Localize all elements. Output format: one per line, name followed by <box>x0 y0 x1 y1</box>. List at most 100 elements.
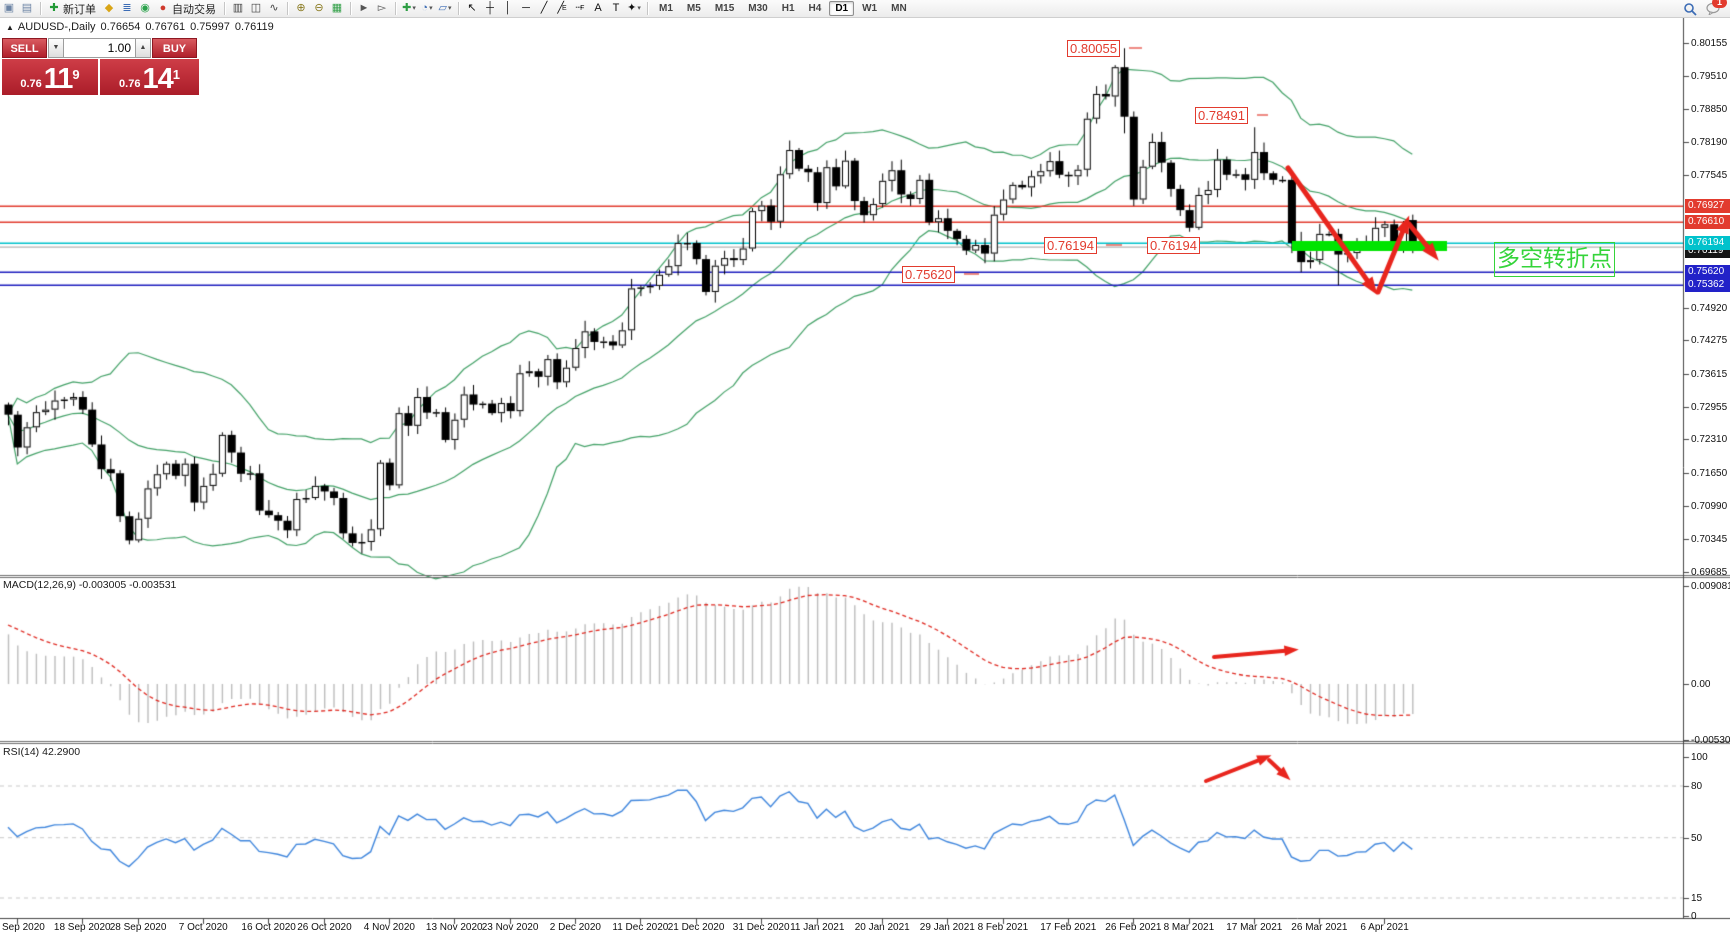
notifications-icon[interactable]: 1 <box>1705 1 1721 16</box>
toolbar-separator <box>647 2 648 15</box>
timeframe-m15[interactable]: M15 <box>709 1 740 16</box>
price-tick-label: 0.78850 <box>1691 104 1727 115</box>
macd-label: MACD(12,26,9) -0.003005 -0.003531 <box>3 579 176 591</box>
line-chart-icon[interactable]: ∿ <box>266 1 282 16</box>
buy-button[interactable]: BUY <box>152 38 197 58</box>
ohlc-high: 0.76761 <box>145 21 185 33</box>
time-axis-label: 31 Dec 2020 <box>733 922 790 933</box>
rsi-label: RSI(14) 42.2900 <box>3 746 80 758</box>
text-icon[interactable]: A <box>590 1 606 16</box>
notification-count-badge: 1 <box>1712 0 1727 8</box>
price-tick-label: 0.74275 <box>1691 335 1727 346</box>
candlestick-chart-icon[interactable]: ◫ <box>248 1 264 16</box>
price-axis-badge: 0.75362 <box>1685 278 1730 292</box>
time-axis-label: 18 Sep 2020 <box>54 922 111 933</box>
volume-decrease-button[interactable]: ▼ <box>48 38 64 58</box>
rsi-tick-label: 50 <box>1691 833 1702 844</box>
toolbar-separator <box>458 2 459 15</box>
turning-point-annotation: 多空转折点 <box>1494 242 1615 277</box>
time-axis-label: 26 Oct 2020 <box>297 922 351 933</box>
zoom-in-icon[interactable]: ⊕ <box>293 1 309 16</box>
search-icon[interactable] <box>1682 1 1698 16</box>
chart-window-icon[interactable]: ▣ <box>1 1 17 16</box>
collapse-triangle-icon[interactable]: ▲ <box>6 23 14 32</box>
signals-icon[interactable]: ◉ <box>137 1 153 16</box>
horizontal-line-icon[interactable]: ─ <box>518 1 534 16</box>
new-order-icon[interactable]: ✚ <box>46 1 62 16</box>
autotrading-icon[interactable]: ● <box>155 1 171 16</box>
price-tick-label: 0.72310 <box>1691 434 1727 445</box>
price-axis-badge: 0.76194 <box>1685 236 1730 250</box>
chart-canvas[interactable] <box>0 0 1730 939</box>
ohlc-close: 0.76119 <box>235 21 274 33</box>
timeframe-toolbar: M1M5M15M30H1H4D1W1MN <box>643 1 914 16</box>
timeframe-d1[interactable]: D1 <box>829 1 854 16</box>
profiles-icon[interactable]: ▱▾ <box>437 1 453 16</box>
periods-icon[interactable]: ◔▾ <box>419 1 435 16</box>
autotrading-icon-label[interactable]: 自动交易 <box>172 1 216 17</box>
styler-icon[interactable]: ◆ <box>101 1 117 16</box>
sell-price-sup: 9 <box>72 70 79 80</box>
tile-windows-icon[interactable]: ▦ <box>329 1 345 16</box>
timeframe-m5[interactable]: M5 <box>681 1 707 16</box>
zoom-out-icon[interactable]: ⊖ <box>311 1 327 16</box>
fibonacci-icon[interactable]: ┄F <box>572 1 588 16</box>
arrows-icon[interactable]: ✦▾ <box>626 1 642 16</box>
sell-price-big: 11 <box>44 66 73 92</box>
toolbar-separator <box>40 2 41 15</box>
price-tick-label: 0.70345 <box>1691 534 1727 545</box>
crosshair-icon[interactable]: ┼ <box>482 1 498 16</box>
cursor-icon[interactable]: ↖ <box>464 1 480 16</box>
price-tick-label: 0.74920 <box>1691 303 1727 314</box>
bar-chart-icon[interactable]: ▥ <box>230 1 246 16</box>
time-axis-label: 26 Feb 2021 <box>1105 922 1161 933</box>
toolbar-groups: ▣▤ ✚新订单 ◆≣◉●自动交易 ▥◫∿ ⊕⊖▦ ►▻ ✚▾◔▾▱▾ ↖┼│─╱╱E┄FAT✦… <box>0 1 643 17</box>
time-axis-label: 29 Jan 2021 <box>920 922 975 933</box>
buy-price-sup: 1 <box>173 70 180 80</box>
time-axis-label: 2 Dec 2020 <box>550 922 601 933</box>
price-annotation-label: 0.76194 <box>1147 237 1200 254</box>
auto-scroll-icon[interactable]: ► <box>356 1 372 16</box>
toolbar-separator <box>224 2 225 15</box>
chart-shift-icon[interactable]: ▻ <box>374 1 390 16</box>
time-axis-label: 16 Oct 2020 <box>241 922 295 933</box>
timeframe-h4[interactable]: H4 <box>803 1 828 16</box>
volume-input[interactable] <box>64 38 135 58</box>
timeframe-mn[interactable]: MN <box>885 1 913 16</box>
chart-header: ▲AUDUSD-,Daily0.766540.767610.759970.761… <box>6 21 279 33</box>
text-label-icon[interactable]: T <box>608 1 624 16</box>
equidistant-channel-icon[interactable]: ╱E <box>554 1 570 16</box>
volume-increase-button[interactable]: ▲ <box>135 38 151 58</box>
price-axis-badge: 0.76927 <box>1685 199 1730 213</box>
price-tick-label: 0.73615 <box>1691 369 1727 380</box>
time-axis-label: 8 Mar 2021 <box>1164 922 1215 933</box>
price-tick-label: 0.79510 <box>1691 71 1727 82</box>
macd-tick-label: 0.009081 <box>1691 581 1730 592</box>
time-axis-label: 4 Nov 2020 <box>364 922 415 933</box>
ohlc-open: 0.76654 <box>101 21 141 33</box>
time-axis-label: 23 Nov 2020 <box>482 922 539 933</box>
buy-price-box[interactable]: 0.76 14 1 <box>100 59 199 95</box>
time-axis-label: 17 Feb 2021 <box>1040 922 1096 933</box>
rsi-tick-label: 15 <box>1691 893 1702 904</box>
indicators-icon[interactable]: ✚▾ <box>401 1 417 16</box>
price-axis-badge: 0.75620 <box>1685 265 1730 279</box>
timeframe-w1[interactable]: W1 <box>856 1 883 16</box>
price-tick-label: 0.77545 <box>1691 170 1727 181</box>
market-depth-icon[interactable]: ≣ <box>119 1 135 16</box>
new-order-icon-label[interactable]: 新订单 <box>63 1 96 17</box>
sell-price-box[interactable]: 0.76 11 9 <box>2 59 98 95</box>
one-click-trading-panel: SELL ▼ ▲ BUY 0.76 11 9 0.76 14 1 <box>2 38 199 95</box>
sell-button[interactable]: SELL <box>2 38 47 58</box>
profile-icon[interactable]: ▤ <box>19 1 35 16</box>
timeframe-h1[interactable]: H1 <box>776 1 801 16</box>
timeframe-m1[interactable]: M1 <box>653 1 679 16</box>
price-tick-label: 0.69685 <box>1691 567 1727 578</box>
trendline-icon[interactable]: ╱ <box>536 1 552 16</box>
time-axis-label: 26 Mar 2021 <box>1291 922 1347 933</box>
timeframe-m30[interactable]: M30 <box>742 1 773 16</box>
vertical-line-icon[interactable]: │ <box>500 1 516 16</box>
buy-price-small: 0.76 <box>119 76 140 92</box>
price-annotation-label: 0.76194 <box>1044 237 1097 254</box>
toolbar: ▣▤ ✚新订单 ◆≣◉●自动交易 ▥◫∿ ⊕⊖▦ ►▻ ✚▾◔▾▱▾ ↖┼│─╱╱E┄FAT✦… <box>0 0 1730 18</box>
